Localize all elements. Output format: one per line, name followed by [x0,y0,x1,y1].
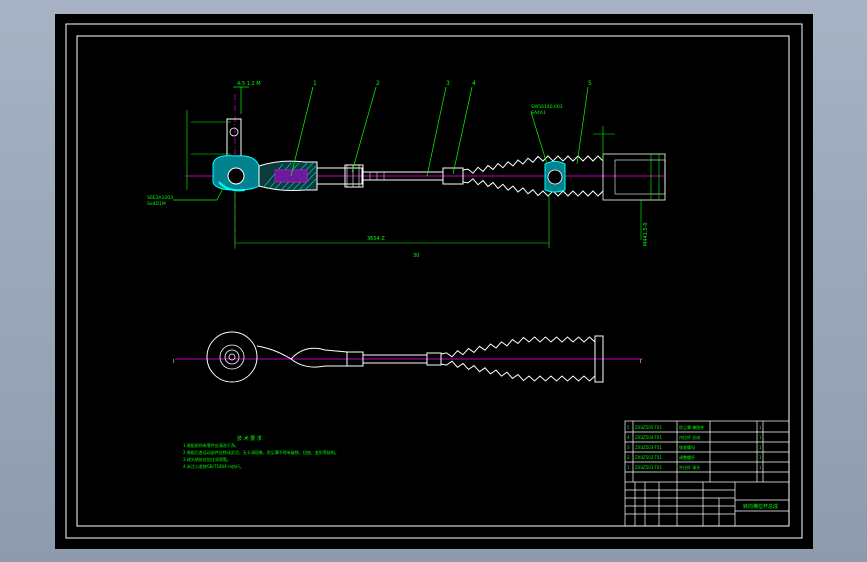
drawing-svg: 1 2 3 4 5 4-5 1.2 M SW56140.003 SA4A1 S6E… [65,23,803,539]
part-qty-4: 1 [759,435,762,440]
balloon-5: 5 [588,80,592,87]
boot-callout: SW56140.003 SA4A1 [531,104,563,116]
ball-joint-callout: S6E3A1003 Se4D1M [147,195,173,207]
part-qty-3: 1 [759,445,762,450]
part-name-3: 锁紧螺母 [679,444,695,450]
part-code-4: ZX0Z504-T01 [635,435,662,440]
balloon-1: 1 [313,80,317,87]
main-view: 1 2 3 4 5 4-5 1.2 M SW56140.003 SA4A1 S6E… [147,80,666,259]
part-code-3: ZX0Z503-T01 [635,445,662,450]
part-name-5: 防尘罩 橡胶件 [679,424,704,430]
part-code-2: ZX0Z502-T01 [635,455,662,460]
part-no-4: 4 [627,435,630,440]
top-left-label: 4-5 1.2 M [237,81,261,87]
technical-notes: 技 术 要 求 1.装配前所有零件应清洗干净。 2.装配后各运动部件应转动灵活，… [183,435,339,469]
ball-joint [212,118,260,192]
overall-length: 3654 Z [367,236,385,242]
notes-line-3: 3.球头销处应加注润滑脂。 [183,456,231,462]
balloon-3: 3 [446,80,450,87]
outer-frame [65,23,803,539]
notes-heading: 技 术 要 求 [237,435,262,442]
drawing-title: 转向横拉杆总成 [743,503,778,510]
part-qty-5: 1 [759,425,762,430]
outer-tie-rod [258,160,318,191]
part-name-1: 外拉杆 球头 [679,464,700,470]
section-view: I I [173,331,643,383]
view-label-right: I [640,359,641,365]
notes-line-4: 4.未注公差按GB/T1804-m执行。 [183,463,244,469]
part-no-1: 1 [627,465,630,470]
dust-boot [462,153,666,201]
part-name-2: 调整螺杆 [679,454,695,460]
ball-joint-outline [206,331,258,383]
part-code-1: ZX0Z501-T01 [635,465,662,470]
part-qty-2: 1 [759,455,762,460]
right-dim: M441.5-0 [643,222,649,246]
part-qty-1: 1 [759,465,762,470]
part-no-2: 2 [627,455,630,460]
balloon-4: 4 [472,80,476,87]
part-code-5: ZX0Z505-T01 [635,425,662,430]
part-name-4: 内拉杆 总成 [679,434,700,440]
bottom-rod-body [256,345,348,368]
cad-drawing-canvas: 1 2 3 4 5 4-5 1.2 M SW56140.003 SA4A1 S6E… [55,14,813,549]
balloon-2: 2 [376,80,380,87]
part-no-3: 3 [627,445,630,450]
view-label-left: I [173,359,174,365]
title-block-texts: 5 ZX0Z505-T01 防尘罩 橡胶件 1 4 ZX0Z504-T01 内拉… [627,424,778,510]
notes-line-2: 2.装配后各运动部件应转动灵活，无卡滞现象，防尘罩不得有破损、扭曲、变形等缺陷。 [183,449,339,455]
bottom-ref: 30 [413,253,419,259]
notes-line-1: 1.装配前所有零件应清洗干净。 [183,442,239,448]
part-no-5: 5 [627,425,630,430]
